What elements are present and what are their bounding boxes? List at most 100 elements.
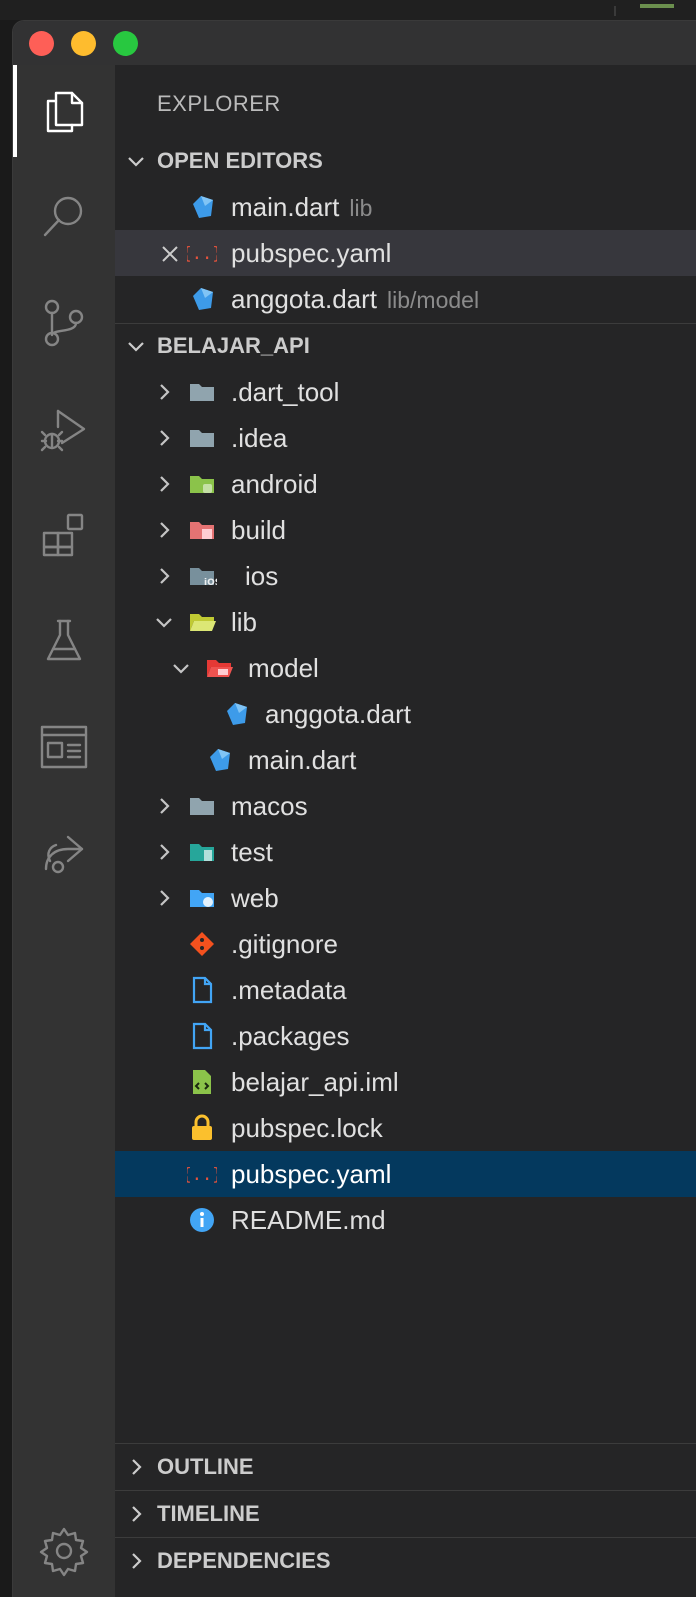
- dart-icon: [187, 192, 217, 222]
- close-editor-button[interactable]: [159, 241, 183, 265]
- folder-icon: [187, 791, 217, 821]
- dependencies-label: DEPENDENCIES: [157, 1548, 331, 1573]
- project-folder-header[interactable]: BELAJAR_API: [115, 323, 696, 369]
- tree-item-file-selected[interactable]: {..} pubspec.yaml: [115, 1151, 696, 1197]
- open-editor-item[interactable]: main.dart lib: [115, 184, 696, 230]
- svg-text:{..}: {..}: [187, 1165, 217, 1185]
- minimize-window-button[interactable]: [71, 31, 96, 56]
- chevron-right-icon: [115, 1550, 157, 1572]
- explorer-sidebar: EXPLORER OPEN EDITORS main.dart lib {..} …: [115, 65, 696, 1597]
- file-icon: [187, 1021, 217, 1051]
- dependencies-section-header[interactable]: DEPENDENCIES: [115, 1538, 696, 1584]
- tree-item-folder[interactable]: iOS ios: [115, 553, 696, 599]
- close-icon: [162, 246, 178, 262]
- tree-item-label: belajar_api.iml: [231, 1066, 399, 1097]
- chevron-right-icon: [151, 563, 177, 589]
- open-editor-item[interactable]: {..} pubspec.yaml: [115, 230, 696, 276]
- zoom-window-button[interactable]: [113, 31, 138, 56]
- tree-item-label: model: [248, 652, 319, 683]
- chevron-right-icon: [151, 379, 177, 405]
- outline-section-header[interactable]: OUTLINE: [115, 1444, 696, 1490]
- source-control-activity-button[interactable]: [13, 277, 115, 369]
- background-mark: [614, 6, 616, 16]
- tree-item-file[interactable]: .packages: [115, 1013, 696, 1059]
- files-icon: [46, 91, 84, 133]
- build-folder-icon: [187, 515, 217, 545]
- explorer-activity-button[interactable]: [13, 65, 115, 157]
- chevron-down-icon: [115, 335, 157, 357]
- timeline-section-header[interactable]: TIMELINE: [115, 1491, 696, 1537]
- tree-item-label: build: [231, 514, 286, 545]
- tree-item-file[interactable]: pubspec.lock: [115, 1105, 696, 1151]
- folder-icon: [187, 377, 217, 407]
- tree-item-file[interactable]: .gitignore: [115, 921, 696, 967]
- web-folder-icon: [187, 883, 217, 913]
- tree-item-folder[interactable]: macos: [115, 783, 696, 829]
- chevron-down-icon: [168, 655, 194, 681]
- lock-icon: [187, 1113, 217, 1143]
- dart-icon: [187, 284, 217, 314]
- open-editor-item[interactable]: anggota.dart lib/model: [115, 276, 696, 322]
- tree-item-folder[interactable]: .dart_tool: [115, 369, 696, 415]
- chevron-right-icon: [151, 839, 177, 865]
- run-debug-icon: [40, 409, 86, 452]
- extensions-activity-button[interactable]: [13, 489, 115, 581]
- close-window-button[interactable]: [29, 31, 54, 56]
- tree-item-file[interactable]: anggota.dart: [115, 691, 696, 737]
- search-activity-button[interactable]: [13, 171, 115, 263]
- chevron-right-icon: [115, 1456, 157, 1478]
- svg-text:{..}: {..}: [187, 244, 217, 264]
- chevron-right-icon: [151, 471, 177, 497]
- tree-item-folder[interactable]: android: [115, 461, 696, 507]
- tree-item-label: .metadata: [231, 974, 347, 1005]
- background-mark: [640, 4, 674, 8]
- tree-item-folder[interactable]: model: [115, 645, 696, 691]
- browser-window-icon: [40, 725, 88, 769]
- explorer-title: EXPLORER: [157, 91, 281, 116]
- tree-item-label: .idea: [231, 422, 288, 453]
- project-folder-label: BELAJAR_API: [157, 333, 310, 358]
- tree-item-file[interactable]: README.md: [115, 1197, 696, 1243]
- tree-item-label: ios: [245, 560, 279, 591]
- background-strip: [0, 0, 696, 20]
- tree-item-label: README.md: [231, 1204, 386, 1235]
- chevron-right-icon: [151, 885, 177, 911]
- live-share-activity-button[interactable]: [13, 807, 115, 899]
- file-name: main.dart: [231, 191, 340, 222]
- extensions-icon: [42, 513, 84, 557]
- run-debug-activity-button[interactable]: [13, 383, 115, 475]
- dart-icon: [204, 745, 234, 775]
- model-folder-open-icon: [204, 653, 234, 683]
- tree-item-label: android: [231, 468, 318, 499]
- tree-item-folder[interactable]: test: [115, 829, 696, 875]
- file-name: pubspec.yaml: [231, 237, 392, 268]
- tree-item-file[interactable]: main.dart: [115, 737, 696, 783]
- outline-label: OUTLINE: [157, 1454, 254, 1479]
- remote-explorer-activity-button[interactable]: [13, 701, 115, 793]
- chevron-down-icon: [151, 609, 177, 635]
- tree-item-folder[interactable]: .idea: [115, 415, 696, 461]
- open-editors-header[interactable]: OPEN EDITORS: [115, 138, 696, 184]
- search-icon: [43, 196, 83, 237]
- file-path-desc: lib: [349, 194, 373, 221]
- chevron-down-icon: [115, 150, 157, 172]
- tree-item-file[interactable]: .metadata: [115, 967, 696, 1013]
- test-folder-icon: [187, 837, 217, 867]
- tree-item-label: lib: [231, 606, 258, 637]
- tree-item-folder[interactable]: build: [115, 507, 696, 553]
- manage-activity-button[interactable]: [13, 1505, 115, 1597]
- testing-activity-button[interactable]: [13, 595, 115, 687]
- android-folder-icon: [187, 469, 217, 499]
- tree-item-label: .gitignore: [231, 928, 338, 959]
- activity-bar: [13, 65, 115, 1597]
- gear-icon: [39, 1527, 89, 1577]
- tree-item-file[interactable]: belajar_api.iml: [115, 1059, 696, 1105]
- yaml-icon: {..}: [187, 238, 217, 268]
- chevron-right-icon: [151, 517, 177, 543]
- tree-item-folder[interactable]: lib: [115, 599, 696, 645]
- tree-item-label: pubspec.lock: [231, 1112, 383, 1143]
- source-control-icon: [44, 299, 84, 347]
- tree-item-folder[interactable]: web: [115, 875, 696, 921]
- tree-item-label: anggota.dart: [265, 698, 412, 729]
- tree-item-label: main.dart: [248, 744, 357, 775]
